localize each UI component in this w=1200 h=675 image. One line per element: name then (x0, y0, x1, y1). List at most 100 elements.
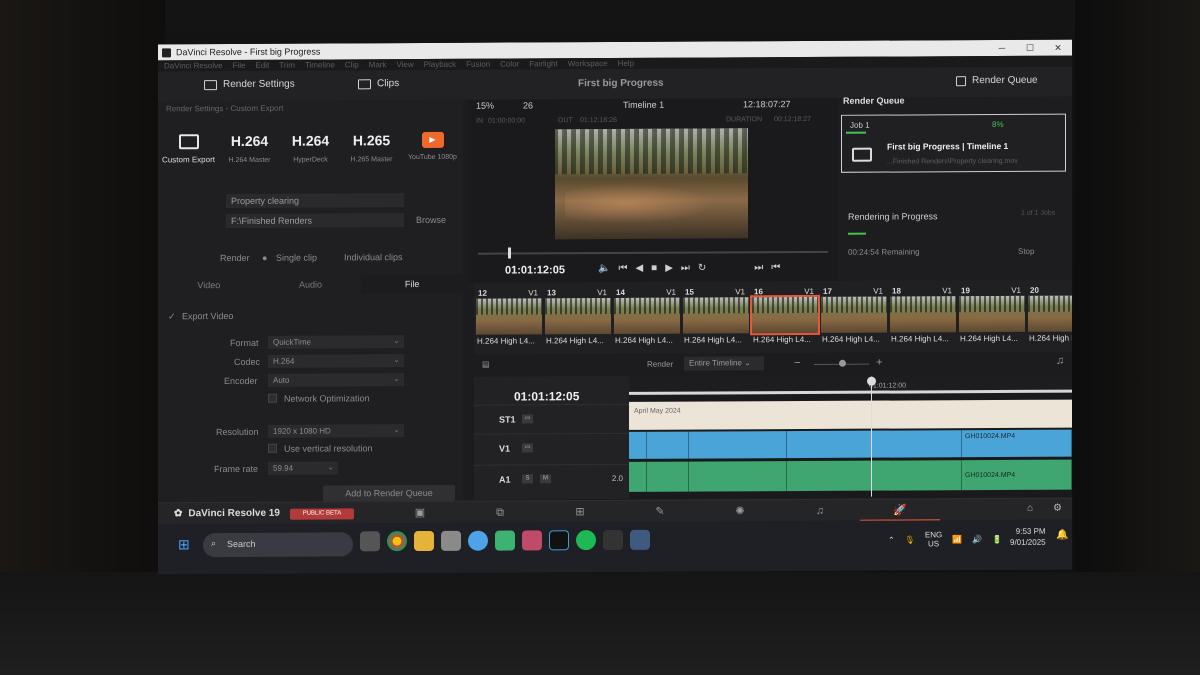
subtitle-track-clip[interactable]: April May 2024 (629, 399, 1072, 430)
audio-clip[interactable]: GH010024.MP4 (962, 459, 1072, 491)
notification-bell-icon[interactable]: 🔔 (1056, 530, 1068, 541)
taskbar-clock[interactable]: 9:53 PM 9/01/2025 (1010, 526, 1046, 548)
video-clip[interactable]: GH010024.MP4 (962, 429, 1072, 458)
track-header-v1[interactable]: V1 ▭ (474, 432, 629, 462)
media-page-icon[interactable]: ▣ (380, 502, 460, 524)
audio-clip[interactable] (689, 461, 787, 492)
menu-timeline[interactable]: Timeline (305, 60, 335, 69)
resolution-select[interactable]: 1920 x 1080 HD ⌄ (268, 424, 404, 438)
clips-toggle[interactable]: Clips (358, 78, 399, 89)
track-header-st1[interactable]: ST1 ▭ (474, 403, 629, 433)
edge-icon[interactable] (468, 530, 488, 551)
codec-select[interactable]: H.264 ⌄ (268, 354, 404, 368)
xbox-icon[interactable] (495, 530, 515, 551)
store-icon[interactable] (441, 530, 461, 551)
menu-color[interactable]: Color (500, 60, 519, 69)
render-queue-toggle[interactable]: Render Queue (956, 75, 1038, 86)
track-header-a1[interactable]: A1 S M 2.0 (474, 463, 629, 493)
cut-page-icon[interactable]: ⧉ (460, 501, 540, 523)
audio-clip[interactable] (629, 461, 647, 492)
audio-meter-icon[interactable]: ♫ (1056, 355, 1064, 367)
app-icon[interactable] (522, 530, 542, 551)
menu-fusion[interactable]: Fusion (466, 60, 490, 69)
zoom-slider-handle[interactable] (839, 359, 846, 367)
maximize-button[interactable]: ☐ (1016, 42, 1044, 53)
encoder-select[interactable]: Auto ⌄ (268, 373, 404, 387)
file-explorer-icon[interactable] (414, 530, 434, 552)
prime-video-icon[interactable] (549, 530, 569, 551)
volume-icon[interactable]: 🔊 (972, 535, 982, 544)
play-reverse-icon[interactable]: ◀ (635, 263, 643, 274)
fairlight-page-icon[interactable]: ♫ (780, 500, 860, 522)
clip-thumbnail[interactable]: 14 V1 H.264 High L4... (614, 288, 680, 348)
clip-thumbnail[interactable]: 17 V1 H.264 High L4... (821, 287, 887, 347)
timeline-view-icon[interactable]: ▤ (482, 360, 490, 369)
clip-thumbnail-selected[interactable]: 16 V1 H.264 High L4... (750, 287, 820, 347)
windows-start-icon[interactable]: ⊞ (178, 536, 190, 553)
prev-edit-icon[interactable]: ⏮ (771, 262, 780, 273)
video-clip[interactable] (787, 430, 962, 459)
menu-fairlight[interactable]: Fairlight (529, 59, 557, 68)
audio-clip[interactable] (647, 461, 689, 492)
menu-help[interactable]: Help (618, 59, 634, 68)
video-clip[interactable] (647, 431, 689, 459)
resolve-taskbar-icon[interactable] (630, 529, 650, 550)
battery-icon[interactable]: 🔋 (992, 534, 1002, 543)
subtitle-icon[interactable]: ▭ (522, 414, 533, 424)
vertical-resolution-checkbox[interactable] (268, 443, 277, 453)
browse-button[interactable]: Browse (416, 215, 446, 225)
clip-thumbnail[interactable]: 18 V1 H.264 High L4... (890, 286, 956, 346)
taskbar-search[interactable]: ⌕ Search (203, 532, 353, 558)
preset-hyperdeck[interactable]: H.264 HyperDeck (280, 120, 341, 180)
language-indicator[interactable]: ENG US (925, 530, 942, 548)
deliver-page-icon[interactable]: 🚀 (860, 499, 940, 522)
edit-page-icon[interactable]: ⊞ (540, 501, 620, 523)
menu-mark[interactable]: Mark (369, 60, 387, 69)
playhead[interactable] (871, 376, 872, 497)
preset-h264-master[interactable]: H.264 H.264 Master (219, 121, 280, 181)
fusion-page-icon[interactable]: ✎ (620, 501, 700, 523)
chrome-icon[interactable] (387, 531, 407, 552)
tab-audio[interactable]: Audio (260, 275, 362, 294)
menu-edit[interactable]: Edit (255, 61, 269, 70)
clip-thumbnail[interactable]: 13 V1 H.264 High L4... (545, 288, 611, 348)
add-to-render-queue-button[interactable]: Add to Render Queue (323, 484, 455, 502)
menu-playback[interactable]: Playback (424, 60, 456, 69)
video-clip[interactable] (689, 431, 787, 459)
task-view-icon[interactable] (360, 531, 380, 552)
preset-h265-master[interactable]: H.265 H.265 Master (341, 120, 402, 180)
zoom-out-button[interactable]: − (794, 357, 800, 369)
menu-view[interactable]: View (396, 60, 413, 69)
clip-thumbnail[interactable]: 15 V1 H.264 High L4... (683, 287, 749, 347)
render-range-select[interactable]: Entire Timeline ⌄ (684, 356, 764, 371)
stop-icon[interactable]: ■ (651, 263, 657, 274)
menu-clip[interactable]: Clip (345, 60, 359, 69)
solo-button[interactable]: S (522, 474, 533, 484)
tab-video[interactable]: Video (158, 276, 260, 295)
zoom-level[interactable]: 15% (476, 101, 494, 111)
microphone-icon[interactable]: 🎙 (905, 535, 915, 544)
audio-track[interactable]: GH010024.MP4 (629, 459, 1072, 492)
preset-youtube[interactable]: ▶ YouTube 1080p (402, 120, 463, 180)
color-page-icon[interactable]: ✺ (700, 500, 780, 522)
video-track[interactable]: GH010024.MP4 (629, 429, 1072, 459)
framerate-select[interactable]: 59.94 ⌄ (268, 461, 338, 475)
audio-clip[interactable] (787, 460, 962, 492)
video-clip[interactable] (629, 431, 647, 459)
viewer-scrubber[interactable] (478, 247, 828, 259)
single-clip-option[interactable]: Single clip (276, 253, 317, 263)
export-video-label[interactable]: Export Video (182, 311, 233, 321)
timeline-ruler[interactable]: 01:01:12:00 (629, 373, 1072, 395)
minimize-button[interactable]: ─ (988, 42, 1016, 53)
wifi-icon[interactable]: 📶 (952, 535, 962, 544)
jump-start-icon[interactable]: ⏮ (618, 263, 627, 274)
tab-file[interactable]: File (361, 274, 464, 294)
spotify-icon[interactable] (576, 530, 596, 551)
close-button[interactable]: ✕ (1044, 42, 1072, 53)
timeline-name[interactable]: Timeline 1 (623, 100, 664, 110)
jump-end-icon[interactable]: ⏭ (681, 263, 690, 274)
radio-dot-icon[interactable]: ● (262, 253, 267, 263)
render-job-card[interactable]: Job 1 8% First big Progress | Timeline 1… (841, 113, 1066, 173)
home-icon[interactable]: ⌂ (1027, 503, 1033, 514)
volume-icon[interactable]: 🔈 (598, 263, 610, 274)
